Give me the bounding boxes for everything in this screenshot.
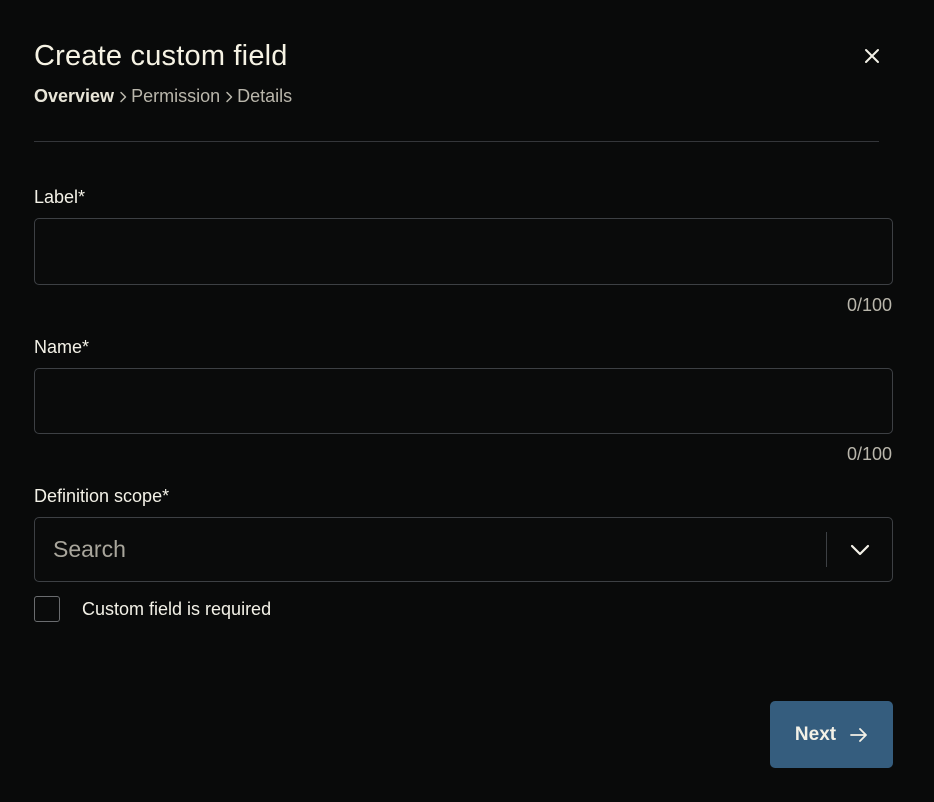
dialog-title: Create custom field [34, 40, 288, 72]
label-character-counter: 0/100 [846, 295, 892, 315]
definition-scope-search-input[interactable] [35, 518, 826, 581]
definition-scope-label: Definition scope* [34, 486, 170, 506]
breadcrumb-item-details[interactable]: Details [237, 86, 292, 107]
header-divider [34, 141, 879, 142]
next-button-label: Next [794, 723, 837, 745]
create-custom-field-dialog: Create custom field Overview Permission … [0, 0, 934, 802]
close-button[interactable] [858, 42, 886, 70]
close-icon [865, 49, 879, 63]
breadcrumb-item-permission[interactable]: Permission [131, 86, 220, 107]
next-button[interactable]: Next [770, 701, 893, 768]
chevron-right-icon [116, 87, 130, 107]
chevron-down-icon [850, 544, 869, 555]
breadcrumb-item-overview[interactable]: Overview [34, 86, 114, 107]
required-checkbox[interactable] [34, 596, 60, 622]
label-field-label: Label* [34, 187, 86, 207]
chevron-right-icon [222, 87, 236, 107]
arrow-right-icon [850, 727, 867, 742]
required-checkbox-row[interactable]: Custom field is required [34, 596, 271, 622]
breadcrumb: Overview Permission Details [34, 86, 292, 107]
name-character-counter: 0/100 [846, 444, 892, 464]
label-input[interactable] [34, 218, 893, 285]
definition-scope-select[interactable] [34, 517, 893, 582]
definition-scope-dropdown-toggle[interactable] [827, 518, 892, 581]
required-checkbox-label: Custom field is required [82, 598, 272, 619]
name-field-label: Name* [34, 337, 90, 357]
name-input[interactable] [34, 368, 893, 434]
